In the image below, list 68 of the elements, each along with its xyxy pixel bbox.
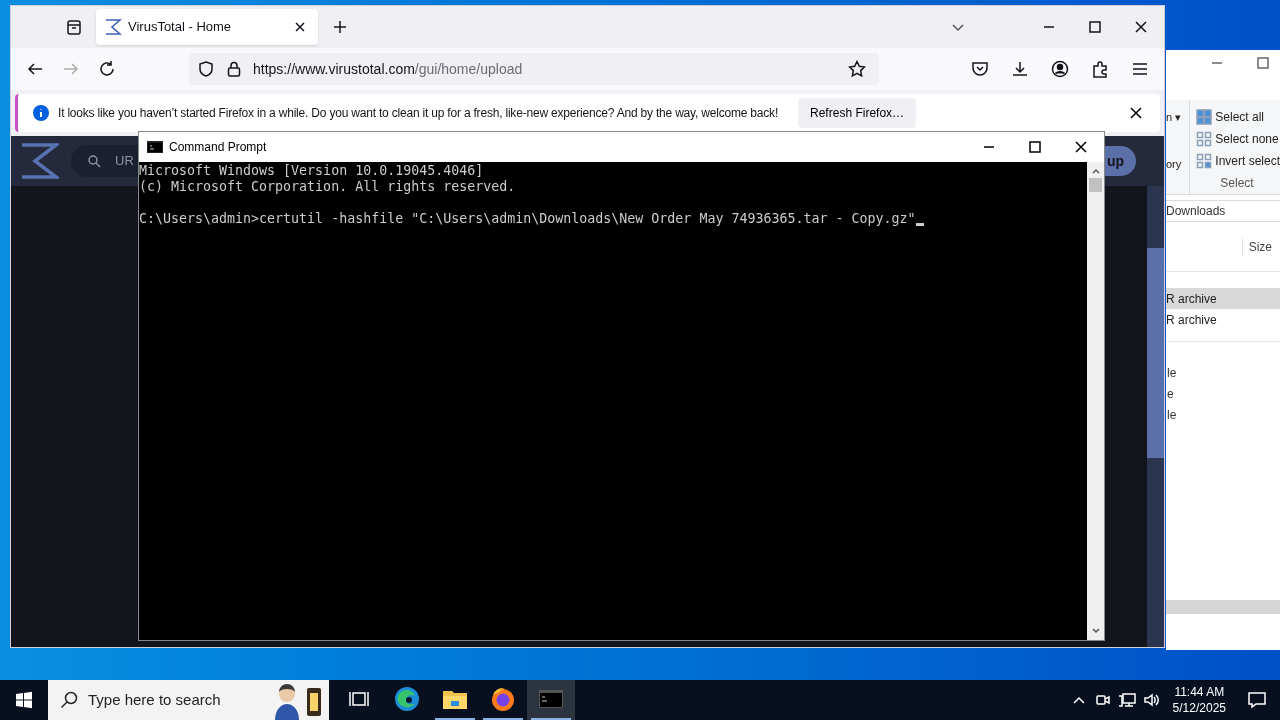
logo-icon bbox=[19, 143, 59, 179]
volume-icon bbox=[1142, 692, 1161, 708]
puzzle-icon bbox=[1091, 60, 1109, 78]
browser-tab[interactable]: VirusTotal - Home bbox=[96, 9, 318, 45]
ribbon-button[interactable]: Invert select bbox=[1196, 150, 1280, 172]
task-view-icon bbox=[349, 689, 369, 709]
chat-icon bbox=[1248, 691, 1266, 709]
window-title: Command Prompt bbox=[169, 139, 267, 156]
terminal-icon bbox=[147, 141, 163, 153]
plus-icon bbox=[333, 20, 347, 34]
refresh-firefox-button[interactable]: Refresh Firefox… bbox=[798, 98, 917, 128]
ribbon-label[interactable]: n ▾ bbox=[1166, 109, 1182, 126]
scrollbar-thumb[interactable] bbox=[1089, 178, 1102, 192]
menu-icon bbox=[1131, 60, 1149, 78]
browser-icon bbox=[394, 686, 420, 712]
text-cursor bbox=[915, 222, 924, 226]
network-icon bbox=[1117, 692, 1136, 708]
grid-icon bbox=[1196, 153, 1213, 169]
maximize-icon bbox=[1029, 141, 1041, 153]
file-name[interactable]: le bbox=[1166, 405, 1177, 424]
logo-icon bbox=[104, 18, 122, 36]
file-row[interactable]: R archive bbox=[1166, 288, 1280, 309]
ribbon-button[interactable]: Select all bbox=[1196, 106, 1280, 128]
ribbon-button[interactable]: Select none bbox=[1196, 128, 1280, 150]
download-icon bbox=[1011, 60, 1029, 78]
file-row[interactable]: R archive bbox=[1166, 309, 1280, 330]
search-icon bbox=[87, 154, 101, 168]
file-name[interactable]: le bbox=[1166, 363, 1177, 382]
taskbar-app-button[interactable] bbox=[527, 680, 575, 720]
firefox-icon bbox=[490, 686, 516, 712]
notification-message: It looks like you haven’t started Firefox in a while. Do you want to clean it up for a fresh, like-new experience? And by the way, welcome back! bbox=[58, 105, 779, 122]
close-icon bbox=[1135, 21, 1147, 33]
lock-icon bbox=[225, 60, 243, 78]
close-icon bbox=[1130, 107, 1142, 119]
pocket-icon bbox=[971, 60, 989, 78]
maximize-icon bbox=[1257, 57, 1269, 69]
terminal-icon bbox=[539, 690, 563, 708]
ribbon-group-label: Select bbox=[1220, 175, 1254, 192]
file-name[interactable]: e bbox=[1166, 384, 1174, 403]
column-header[interactable]: Size bbox=[1241, 237, 1272, 256]
search-icon bbox=[60, 691, 78, 709]
search-field[interactable]: UR bbox=[71, 145, 138, 177]
archive-icon bbox=[65, 18, 83, 36]
clock[interactable]: 11:44 AM 5/12/2025 bbox=[1164, 684, 1234, 716]
star-icon bbox=[848, 60, 866, 78]
maximize-icon bbox=[1089, 21, 1101, 33]
sign-up-button[interactable]: up bbox=[1105, 146, 1136, 176]
search-box[interactable]: Type here to search bbox=[48, 680, 329, 720]
address-bar[interactable]: Downloads bbox=[1166, 200, 1280, 222]
grid-icon bbox=[1196, 131, 1213, 147]
windows-icon bbox=[15, 691, 33, 709]
close-icon bbox=[1075, 141, 1087, 153]
camera-icon bbox=[1094, 692, 1111, 708]
chevron-down-icon bbox=[1090, 626, 1101, 636]
ribbon-label[interactable]: ory bbox=[1166, 155, 1182, 172]
close-icon bbox=[294, 21, 306, 33]
chevron-up-icon bbox=[1090, 166, 1101, 176]
account-icon bbox=[1051, 60, 1069, 78]
console-line: (c) Microsoft Corporation. All rights reserved. bbox=[139, 179, 516, 195]
url-text: https://www.virustotal.com/gui/home/upload bbox=[253, 59, 524, 79]
url-bar[interactable]: https://www.virustotal.com/gui/home/upload bbox=[189, 53, 879, 85]
folder-icon bbox=[442, 688, 468, 710]
shield-icon bbox=[197, 60, 215, 78]
console-line: C:\Users\admin>certutil -hashfile "C:\Users\admin\Downloads\New Order May 74936365.tar - Copy.gz" bbox=[139, 211, 916, 227]
info-icon bbox=[32, 104, 50, 122]
grid-icon bbox=[1196, 109, 1213, 125]
reload-icon bbox=[98, 60, 116, 78]
console-line: Microsoft Windows [Version 10.0.19045.4046] bbox=[139, 163, 484, 179]
